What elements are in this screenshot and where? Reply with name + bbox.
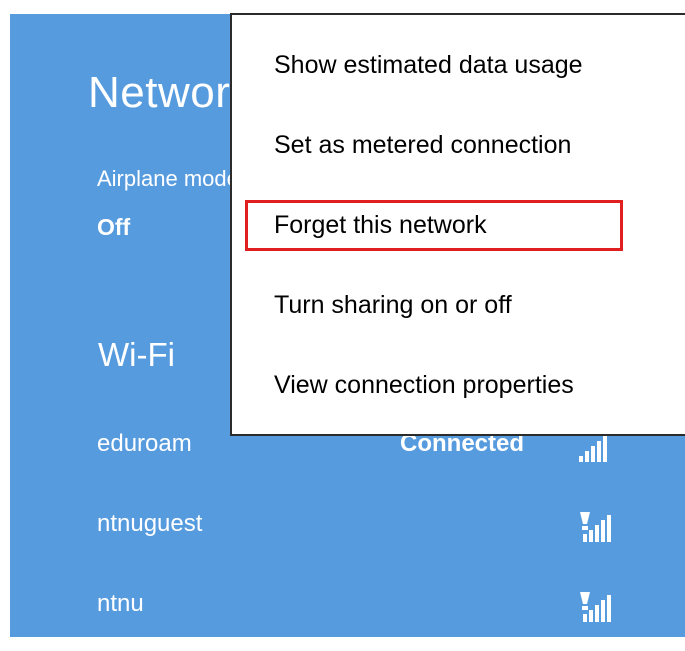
wifi-signal-warning-icon [580, 512, 611, 542]
network-name: ntnu [97, 590, 144, 617]
wifi-signal-warning-icon [580, 592, 611, 622]
network-item-ntnu[interactable]: ntnu [10, 590, 685, 630]
menu-item-show-estimated-data-usage[interactable]: Show estimated data usage [274, 51, 583, 80]
screenshot-stage: Networks Airplane mode Off Wi-Fi eduroam… [0, 0, 685, 651]
network-item-eduroam[interactable]: eduroam Connected [10, 430, 685, 470]
airplane-mode-label: Airplane mode [97, 166, 239, 191]
menu-item-view-connection-properties[interactable]: View connection properties [274, 371, 574, 400]
network-name: ntnuguest [97, 510, 203, 537]
menu-item-forget-this-network[interactable]: Forget this network [274, 211, 487, 240]
airplane-mode-toggle[interactable]: Off [97, 214, 130, 241]
network-item-ntnuguest[interactable]: ntnuguest [10, 510, 685, 550]
wifi-signal-icon [579, 436, 607, 462]
network-name: eduroam [97, 430, 192, 457]
network-context-menu: Show estimated data usage Set as metered… [230, 13, 685, 436]
wifi-heading: Wi-Fi [98, 336, 175, 373]
menu-item-set-as-metered-connection[interactable]: Set as metered connection [274, 131, 571, 160]
menu-item-turn-sharing-on-or-off[interactable]: Turn sharing on or off [274, 291, 512, 320]
